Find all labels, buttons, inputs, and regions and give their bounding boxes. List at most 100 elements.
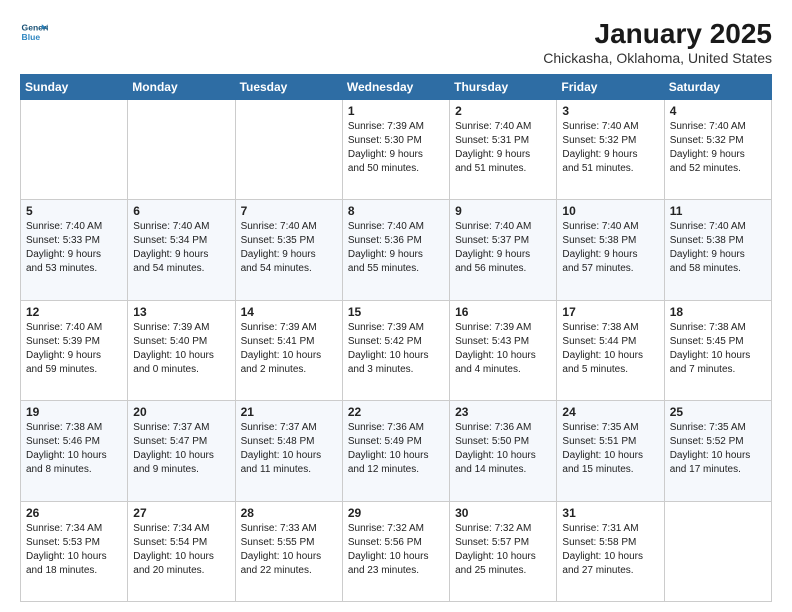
day-number: 18 — [670, 305, 766, 319]
day-info: Sunrise: 7:39 AM Sunset: 5:30 PM Dayligh… — [348, 120, 444, 176]
day-number: 23 — [455, 405, 551, 419]
day-number: 26 — [26, 506, 122, 520]
day-number: 10 — [562, 204, 658, 218]
day-info: Sunrise: 7:38 AM Sunset: 5:46 PM Dayligh… — [26, 421, 122, 477]
table-cell: 1Sunrise: 7:39 AM Sunset: 5:30 PM Daylig… — [342, 100, 449, 200]
col-friday: Friday — [557, 75, 664, 100]
table-cell: 10 Sunrise: 7:40 AM Sunset: 5:38 PM Dayli… — [557, 200, 664, 300]
day-number: 5 — [26, 204, 122, 218]
day-info: Sunrise: 7:40 AM Sunset: 5:35 PM Dayligh… — [241, 220, 337, 276]
table-cell: 18 Sunrise: 7:38 AM Sunset: 5:45 PM Dayli… — [664, 300, 771, 400]
table-cell: 8 Sunrise: 7:40 AM Sunset: 5:36 PM Daylig… — [342, 200, 449, 300]
day-number: 7 — [241, 204, 337, 218]
logo-icon: General Blue — [20, 18, 48, 46]
day-number: 27 — [133, 506, 229, 520]
table-cell: 7 Sunrise: 7:40 AM Sunset: 5:35 PM Daylig… — [235, 200, 342, 300]
day-info: Sunrise: 7:32 AM Sunset: 5:56 PM Dayligh… — [348, 522, 444, 578]
table-cell: 17Sunrise: 7:38 AM Sunset: 5:44 PM Dayli… — [557, 300, 664, 400]
title-block: January 2025 Chickasha, Oklahoma, United… — [543, 18, 772, 66]
calendar-header-row: Sunday Monday Tuesday Wednesday Thursday… — [21, 75, 772, 100]
day-info: Sunrise: 7:40 AM Sunset: 5:32 PM Dayligh… — [670, 120, 766, 176]
col-thursday: Thursday — [450, 75, 557, 100]
main-title: January 2025 — [543, 18, 772, 50]
calendar-week-row: 19Sunrise: 7:38 AM Sunset: 5:46 PM Dayli… — [21, 401, 772, 501]
table-cell — [664, 501, 771, 601]
day-info: Sunrise: 7:40 AM Sunset: 5:38 PM Dayligh… — [670, 220, 766, 276]
table-cell: 11 Sunrise: 7:40 AM Sunset: 5:38 PM Dayli… — [664, 200, 771, 300]
table-cell: 16Sunrise: 7:39 AM Sunset: 5:43 PM Dayli… — [450, 300, 557, 400]
calendar-week-row: 12 Sunrise: 7:40 AM Sunset: 5:39 PM Dayli… — [21, 300, 772, 400]
day-info: Sunrise: 7:36 AM Sunset: 5:50 PM Dayligh… — [455, 421, 551, 477]
day-info: Sunrise: 7:40 AM Sunset: 5:36 PM Dayligh… — [348, 220, 444, 276]
table-cell: 29Sunrise: 7:32 AM Sunset: 5:56 PM Dayli… — [342, 501, 449, 601]
day-info: Sunrise: 7:34 AM Sunset: 5:53 PM Dayligh… — [26, 522, 122, 578]
table-cell: 26 Sunrise: 7:34 AM Sunset: 5:53 PM Dayli… — [21, 501, 128, 601]
day-info: Sunrise: 7:40 AM Sunset: 5:31 PM Dayligh… — [455, 120, 551, 176]
day-info: Sunrise: 7:33 AM Sunset: 5:55 PM Dayligh… — [241, 522, 337, 578]
day-info: Sunrise: 7:40 AM Sunset: 5:37 PM Dayligh… — [455, 220, 551, 276]
day-info: Sunrise: 7:37 AM Sunset: 5:47 PM Dayligh… — [133, 421, 229, 477]
col-monday: Monday — [128, 75, 235, 100]
table-cell: 2 Sunrise: 7:40 AM Sunset: 5:31 PM Daylig… — [450, 100, 557, 200]
day-number: 20 — [133, 405, 229, 419]
day-number: 4 — [670, 104, 766, 118]
day-info: Sunrise: 7:32 AM Sunset: 5:57 PM Dayligh… — [455, 522, 551, 578]
day-number: 16 — [455, 305, 551, 319]
day-info: Sunrise: 7:40 AM Sunset: 5:34 PM Dayligh… — [133, 220, 229, 276]
day-number: 8 — [348, 204, 444, 218]
table-cell — [235, 100, 342, 200]
day-info: Sunrise: 7:35 AM Sunset: 5:51 PM Dayligh… — [562, 421, 658, 477]
day-info: Sunrise: 7:40 AM Sunset: 5:39 PM Dayligh… — [26, 321, 122, 377]
day-info: Sunrise: 7:36 AM Sunset: 5:49 PM Dayligh… — [348, 421, 444, 477]
day-info: Sunrise: 7:34 AM Sunset: 5:54 PM Dayligh… — [133, 522, 229, 578]
calendar-week-row: 1Sunrise: 7:39 AM Sunset: 5:30 PM Daylig… — [21, 100, 772, 200]
table-cell: 14Sunrise: 7:39 AM Sunset: 5:41 PM Dayli… — [235, 300, 342, 400]
table-cell: 25 Sunrise: 7:35 AM Sunset: 5:52 PM Dayli… — [664, 401, 771, 501]
day-number: 13 — [133, 305, 229, 319]
table-cell: 31Sunrise: 7:31 AM Sunset: 5:58 PM Dayli… — [557, 501, 664, 601]
table-cell: 5 Sunrise: 7:40 AM Sunset: 5:33 PM Daylig… — [21, 200, 128, 300]
day-number: 30 — [455, 506, 551, 520]
day-info: Sunrise: 7:37 AM Sunset: 5:48 PM Dayligh… — [241, 421, 337, 477]
day-number: 15 — [348, 305, 444, 319]
day-number: 24 — [562, 405, 658, 419]
day-info: Sunrise: 7:39 AM Sunset: 5:42 PM Dayligh… — [348, 321, 444, 377]
day-info: Sunrise: 7:35 AM Sunset: 5:52 PM Dayligh… — [670, 421, 766, 477]
day-number: 28 — [241, 506, 337, 520]
calendar-table: Sunday Monday Tuesday Wednesday Thursday… — [20, 74, 772, 602]
col-wednesday: Wednesday — [342, 75, 449, 100]
table-cell: 3Sunrise: 7:40 AM Sunset: 5:32 PM Daylig… — [557, 100, 664, 200]
svg-text:Blue: Blue — [22, 32, 41, 42]
day-number: 6 — [133, 204, 229, 218]
table-cell: 15 Sunrise: 7:39 AM Sunset: 5:42 PM Dayli… — [342, 300, 449, 400]
col-tuesday: Tuesday — [235, 75, 342, 100]
table-cell: 9Sunrise: 7:40 AM Sunset: 5:37 PM Daylig… — [450, 200, 557, 300]
day-number: 2 — [455, 104, 551, 118]
day-number: 25 — [670, 405, 766, 419]
table-cell — [128, 100, 235, 200]
subtitle: Chickasha, Oklahoma, United States — [543, 50, 772, 66]
col-saturday: Saturday — [664, 75, 771, 100]
table-cell — [21, 100, 128, 200]
table-cell: 21 Sunrise: 7:37 AM Sunset: 5:48 PM Dayli… — [235, 401, 342, 501]
table-cell: 24 Sunrise: 7:35 AM Sunset: 5:51 PM Dayli… — [557, 401, 664, 501]
day-info: Sunrise: 7:38 AM Sunset: 5:45 PM Dayligh… — [670, 321, 766, 377]
table-cell: 28 Sunrise: 7:33 AM Sunset: 5:55 PM Dayli… — [235, 501, 342, 601]
day-number: 11 — [670, 204, 766, 218]
day-info: Sunrise: 7:40 AM Sunset: 5:33 PM Dayligh… — [26, 220, 122, 276]
day-number: 21 — [241, 405, 337, 419]
table-cell: 12 Sunrise: 7:40 AM Sunset: 5:39 PM Dayli… — [21, 300, 128, 400]
table-cell: 19Sunrise: 7:38 AM Sunset: 5:46 PM Dayli… — [21, 401, 128, 501]
day-info: Sunrise: 7:39 AM Sunset: 5:41 PM Dayligh… — [241, 321, 337, 377]
day-info: Sunrise: 7:40 AM Sunset: 5:32 PM Dayligh… — [562, 120, 658, 176]
day-number: 22 — [348, 405, 444, 419]
logo: General Blue — [20, 18, 48, 46]
page: General Blue January 2025 Chickasha, Okl… — [0, 0, 792, 612]
day-info: Sunrise: 7:40 AM Sunset: 5:38 PM Dayligh… — [562, 220, 658, 276]
table-cell: 22 Sunrise: 7:36 AM Sunset: 5:49 PM Dayli… — [342, 401, 449, 501]
day-number: 12 — [26, 305, 122, 319]
table-cell: 27 Sunrise: 7:34 AM Sunset: 5:54 PM Dayli… — [128, 501, 235, 601]
calendar-week-row: 26 Sunrise: 7:34 AM Sunset: 5:53 PM Dayli… — [21, 501, 772, 601]
day-info: Sunrise: 7:31 AM Sunset: 5:58 PM Dayligh… — [562, 522, 658, 578]
header: General Blue January 2025 Chickasha, Okl… — [20, 18, 772, 66]
